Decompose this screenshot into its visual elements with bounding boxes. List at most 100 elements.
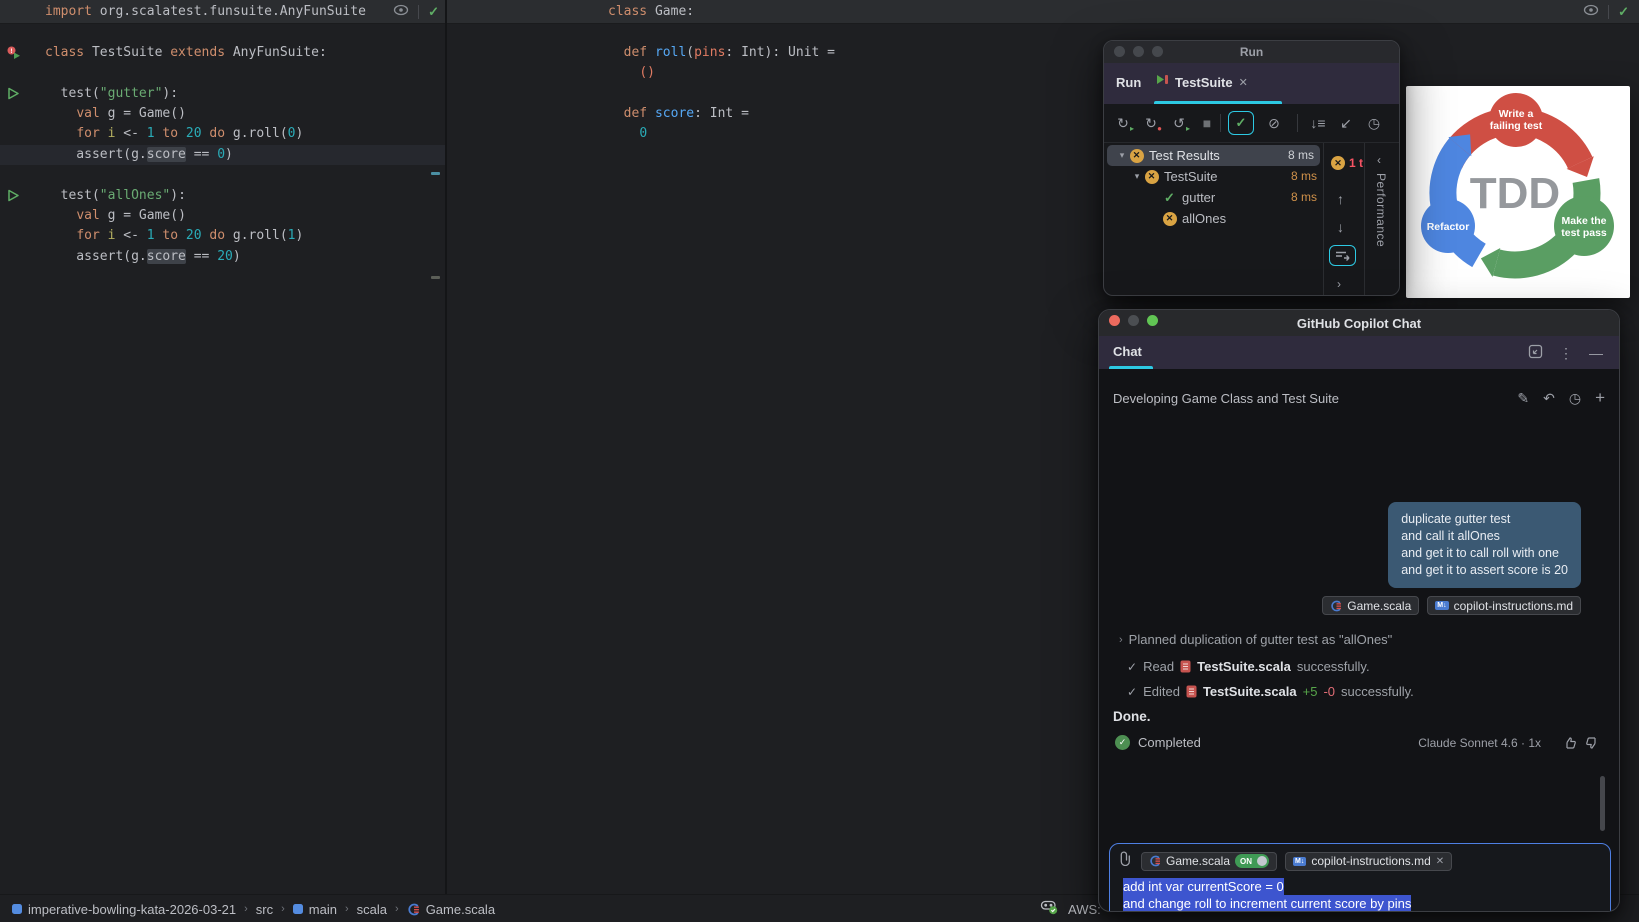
track-test-filter-icon[interactable] [1329, 245, 1356, 266]
code-line[interactable]: () [447, 63, 1639, 83]
aws-status-label[interactable]: AWS: [1068, 902, 1101, 917]
editor-pane-testsuite[interactable]: ✓ import org.scalatest.funsuite.AnyFunSu… [0, 0, 445, 894]
new-chat-icon[interactable]: + [1595, 389, 1605, 406]
failed-tests-badge-icon: ✕ [1331, 156, 1345, 170]
history-icon[interactable]: ◷ [1569, 390, 1581, 406]
code-token: import [45, 4, 92, 19]
code-line[interactable]: assert(g.score == 20) [0, 247, 445, 267]
dock-window-icon[interactable] [1528, 344, 1543, 362]
code-token: extends [170, 44, 226, 60]
context-chip-game-scala[interactable]: Game.scala ON [1141, 851, 1278, 871]
step-planned[interactable]: › Planned duplication of gutter test as … [1119, 632, 1392, 647]
thumbs-up-icon[interactable] [1563, 736, 1577, 750]
breadcrumb-src[interactable]: src [256, 902, 273, 917]
previous-failed-test-icon[interactable]: ↑ [1337, 191, 1344, 207]
tab-close-icon[interactable]: ✕ [1239, 76, 1248, 89]
tree-expander-icon[interactable]: ▾ [1115, 145, 1129, 166]
breadcrumb-game-scala[interactable]: Game.scala [407, 902, 495, 917]
test-tree-row[interactable]: ✓ gutter 8 ms [1104, 187, 1323, 208]
code-line[interactable]: val g = Game() [0, 206, 445, 226]
close-window-button[interactable] [1114, 46, 1125, 57]
stop-icon[interactable]: ■ [1196, 112, 1218, 134]
test-node-label: Test Results [1149, 148, 1220, 163]
code-line[interactable] [0, 63, 445, 83]
context-chip-copilot-instructions[interactable]: M↓ copilot-instructions.md ✕ [1285, 851, 1453, 871]
zoom-window-button[interactable] [1147, 315, 1158, 326]
step-check-icon: ✓ [1127, 659, 1138, 674]
next-failed-test-icon[interactable]: ↓ [1337, 219, 1344, 235]
test-history-icon[interactable]: ◷ [1363, 112, 1385, 134]
minimize-window-button[interactable] [1133, 46, 1144, 57]
expand-strip-chevron-icon[interactable]: › [1337, 277, 1341, 291]
run-window-titlebar[interactable]: Run [1104, 41, 1399, 63]
chat-scrollbar-thumb[interactable] [1600, 776, 1605, 831]
code-line[interactable]: class Game: [447, 2, 1639, 22]
analysis-stripe-mark[interactable] [431, 276, 440, 279]
hide-window-icon[interactable]: — [1589, 345, 1603, 361]
code-line[interactable]: test("allOnes"): [0, 186, 445, 206]
show-ignored-icon[interactable]: ⊘ [1263, 112, 1285, 134]
sort-by-duration-icon[interactable]: ↓≡ [1307, 112, 1329, 134]
close-window-button[interactable] [1109, 315, 1120, 326]
tree-expander-icon[interactable]: ▾ [1130, 166, 1144, 187]
test-tree-row[interactable]: ▾ ✕ TestSuite 8 ms [1104, 166, 1323, 187]
zoom-window-button[interactable] [1152, 46, 1163, 57]
markdown-icon: M↓ [1435, 601, 1449, 610]
minimize-window-button[interactable] [1128, 315, 1139, 326]
attachment-chip-game-scala[interactable]: Game.scala [1322, 596, 1420, 615]
run-test-gutter-icon[interactable] [7, 189, 21, 203]
rerun-failed-tests-icon[interactable]: ↻ ● [1140, 112, 1162, 134]
show-passed-icon[interactable]: ✓ [1228, 111, 1254, 135]
inspections-eye-icon[interactable] [393, 3, 409, 21]
thumbs-down-icon[interactable] [1585, 736, 1599, 750]
tab-testsuite[interactable]: TestSuite ✕ [1156, 73, 1248, 91]
breadcrumb-scala[interactable]: scala [357, 902, 387, 917]
code-line[interactable] [447, 22, 1639, 42]
expand-chevron-icon[interactable]: › [1119, 634, 1123, 646]
rerun-tests-icon[interactable]: ↻ ▸ [1112, 112, 1134, 134]
analysis-stripe-mark[interactable] [431, 172, 440, 175]
tab-chat[interactable]: Chat [1113, 344, 1142, 359]
run-test-gutter-icon[interactable] [7, 87, 21, 101]
tab-performance[interactable]: Performance [1374, 173, 1388, 247]
chat-input-text[interactable]: add int var currentScore = 0 and change … [1123, 878, 1412, 911]
collapse-chevron-icon[interactable]: ‹ [1377, 153, 1381, 167]
code-line[interactable]: def roll(pins: Int): Unit = [447, 43, 1639, 63]
context-toggle-on[interactable]: ON [1235, 854, 1270, 868]
more-options-kebab-icon[interactable]: ⋮ [1559, 345, 1573, 361]
inspections-eye-icon[interactable] [1583, 3, 1599, 21]
import-test-results-icon[interactable]: ↙ [1335, 112, 1357, 134]
edit-thread-icon[interactable]: ✎ [1517, 390, 1529, 406]
toggle-auto-test-icon[interactable]: ↺ ▸ [1168, 112, 1190, 134]
code-line[interactable]: assert(g.score == 0) [0, 144, 445, 166]
code-line[interactable]: import org.scalatest.funsuite.AnyFunSuit… [0, 2, 445, 22]
toolbar-separator [1297, 114, 1298, 132]
code-token: class [45, 44, 85, 60]
code-line[interactable]: test("gutter"): [0, 84, 445, 104]
code-line[interactable] [0, 165, 445, 185]
attach-paperclip-icon[interactable] [1120, 851, 1133, 871]
attachment-chip-copilot-instructions[interactable]: M↓ copilot-instructions.md [1427, 596, 1581, 615]
code-line[interactable]: val g = Game() [0, 104, 445, 124]
test-tree-row[interactable]: ▾ ✕ Test Results 8 ms [1107, 145, 1320, 166]
breadcrumb-project[interactable]: imperative-bowling-kata-2026-03-21 [12, 902, 236, 917]
code-line[interactable]: class TestSuite extends AnyFunSuite: [0, 43, 445, 63]
run-class-gutter-icon[interactable]: ! [7, 46, 21, 60]
undo-icon[interactable]: ↶ [1543, 390, 1555, 406]
test-tree-row[interactable]: ✕ allOnes [1104, 208, 1323, 229]
overlay-mark: ▸ [1185, 124, 1190, 133]
code-token: roll [654, 44, 687, 60]
chat-input-box[interactable]: Game.scala ON M↓ copilot-instructions.md… [1109, 843, 1611, 911]
active-tab-underline [1109, 366, 1153, 369]
code-line[interactable]: for i <- 1 to 20 do g.roll(0) [0, 124, 445, 144]
remove-chip-icon[interactable]: ✕ [1436, 856, 1444, 867]
code-line[interactable] [0, 22, 445, 42]
markdown-icon: M↓ [1293, 856, 1307, 866]
chat-window-titlebar[interactable]: GitHub Copilot Chat [1099, 310, 1619, 336]
copilot-status-icon[interactable] [1040, 898, 1058, 920]
breadcrumb-main[interactable]: main [292, 902, 337, 917]
code-line[interactable]: for i <- 1 to 20 do g.roll(1) [0, 226, 445, 246]
